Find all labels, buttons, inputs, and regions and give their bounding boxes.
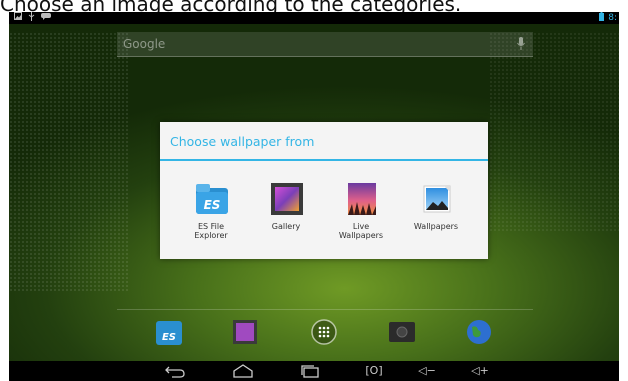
- navigation-bar: [O] ◁− ◁+: [9, 361, 619, 381]
- google-search-bar[interactable]: Google: [117, 32, 533, 57]
- screenshot-icon[interactable]: [O]: [362, 363, 386, 379]
- option-es-file-explorer[interactable]: ES ES File Explorer: [174, 170, 248, 250]
- option-live-wallpapers[interactable]: Live Wallpapers: [324, 170, 398, 250]
- status-right: 8:: [599, 12, 617, 25]
- svg-text:ES: ES: [204, 198, 221, 212]
- status-bar: 8:: [9, 12, 619, 24]
- volume-down-icon[interactable]: ◁−: [415, 363, 439, 379]
- live-wallpapers-icon: [344, 182, 380, 216]
- gallery-icon: [269, 182, 305, 216]
- battery-icon: [599, 12, 605, 25]
- image-notification-icon: [14, 12, 22, 25]
- option-gallery[interactable]: Gallery: [249, 170, 323, 250]
- recent-apps-icon[interactable]: [298, 363, 322, 379]
- home-icon[interactable]: [231, 363, 255, 379]
- option-label: Live Wallpapers: [338, 222, 384, 240]
- gallery-icon[interactable]: [230, 317, 260, 347]
- status-icons: [14, 12, 51, 25]
- chat-notification-icon: [41, 12, 51, 25]
- option-label: ES File Explorer: [194, 222, 228, 240]
- caption-text: Choose an image according to the categor…: [0, 0, 462, 12]
- volume-up-icon[interactable]: ◁+: [468, 363, 492, 379]
- option-wallpapers[interactable]: Wallpapers: [399, 170, 473, 250]
- search-label: Google: [123, 37, 166, 51]
- svg-text:ES: ES: [162, 332, 176, 343]
- title-divider: [160, 159, 488, 161]
- option-label: Wallpapers: [413, 222, 459, 231]
- app-dock: ES: [9, 317, 619, 353]
- dock-divider: [117, 309, 533, 310]
- browser-icon[interactable]: [464, 317, 494, 347]
- es-file-explorer-icon: ES: [194, 182, 230, 216]
- microphone-icon[interactable]: [517, 36, 525, 50]
- es-file-explorer-icon[interactable]: ES: [154, 317, 184, 347]
- camera-icon[interactable]: [387, 317, 417, 347]
- back-icon[interactable]: [163, 363, 187, 379]
- choose-wallpaper-dialog: Choose wallpaper from ES ES File Explore…: [160, 122, 488, 259]
- wallpapers-icon: [419, 182, 455, 216]
- dialog-title: Choose wallpaper from: [170, 134, 315, 149]
- usb-icon: [28, 12, 35, 25]
- android-screen: 8: Google Choose wallpaper from ES ES Fi…: [9, 12, 619, 381]
- clock: 8:: [608, 13, 617, 23]
- wallpaper-source-list: ES ES File Explorer Gallery Live Wallpap…: [160, 170, 488, 250]
- option-label: Gallery: [271, 222, 301, 231]
- all-apps-icon[interactable]: [309, 317, 339, 347]
